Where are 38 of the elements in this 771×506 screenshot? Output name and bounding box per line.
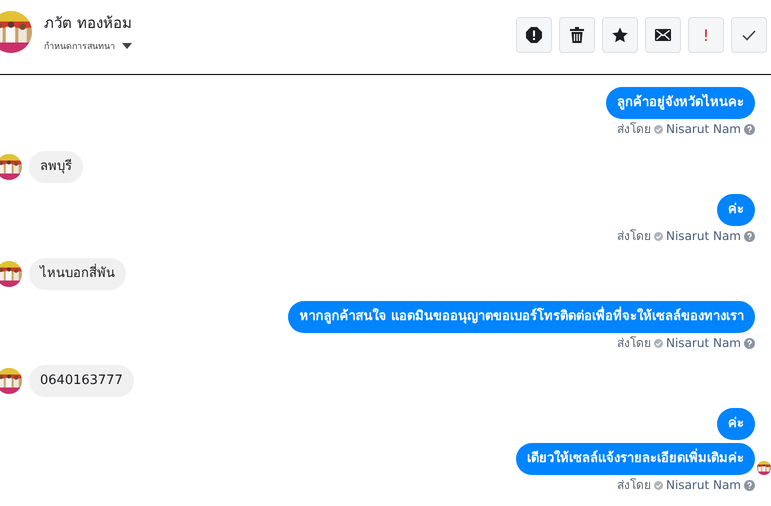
sent-by-label: ส่งโดย	[617, 336, 651, 350]
check-circle-icon	[654, 338, 663, 348]
star-button[interactable]	[602, 17, 638, 53]
check-circle-icon	[654, 124, 663, 134]
message-bubble: เดียวให้เซลล์แจ้งรายละเอียดเพิ่มเติมค่ะ	[516, 443, 755, 475]
sent-by-label: ส่งโดย	[617, 229, 651, 243]
envelope-icon	[655, 29, 671, 41]
sender-name: Nisarut Nam	[666, 336, 741, 350]
sent-by-label: ส่งโดย	[617, 122, 651, 136]
sender-name: Nisarut Nam	[666, 229, 741, 243]
alert-icon	[526, 27, 542, 43]
sender-name: Nisarut Nam	[666, 478, 741, 492]
message-bubble: ค่ะ	[717, 194, 755, 226]
done-button[interactable]	[731, 17, 767, 53]
trash-icon	[570, 27, 584, 43]
delete-button[interactable]	[559, 17, 595, 53]
sender-name: Nisarut Nam	[666, 122, 741, 136]
check-icon	[742, 30, 756, 40]
sent-by-label: ส่งโดย	[617, 478, 651, 492]
help-icon[interactable]	[744, 480, 755, 490]
message-bubble: ไหนบอกสี่พัน	[29, 258, 126, 290]
mail-button[interactable]	[645, 17, 681, 53]
message-bubble: ค่ะ	[717, 408, 755, 440]
help-icon[interactable]	[744, 338, 755, 348]
check-circle-icon	[654, 480, 663, 490]
important-button[interactable]: !	[688, 17, 724, 53]
contact-name: ภวัต ทองห้อม	[44, 13, 132, 34]
caret-icon	[122, 43, 132, 49]
message-bubble: ลูกค้าอยู่จังหวัดไหนคะ	[606, 87, 755, 119]
check-circle-icon	[654, 232, 663, 240]
message-bubble: หากลูกค้าสนใจ แอดมินขออนุญาตขอเบอร์โทรติดต่อเพื่อที่จะให้เซลล์ของทางเรา	[288, 301, 755, 333]
help-icon[interactable]	[744, 230, 755, 242]
report-button[interactable]	[516, 17, 552, 53]
message-bubble: ลพบุรี	[29, 151, 83, 183]
conversation-menu[interactable]: กำหนดการสนทนา	[44, 39, 132, 53]
help-icon[interactable]	[744, 124, 755, 134]
star-icon	[612, 27, 628, 43]
message-bubble: 0640163777	[29, 365, 134, 397]
